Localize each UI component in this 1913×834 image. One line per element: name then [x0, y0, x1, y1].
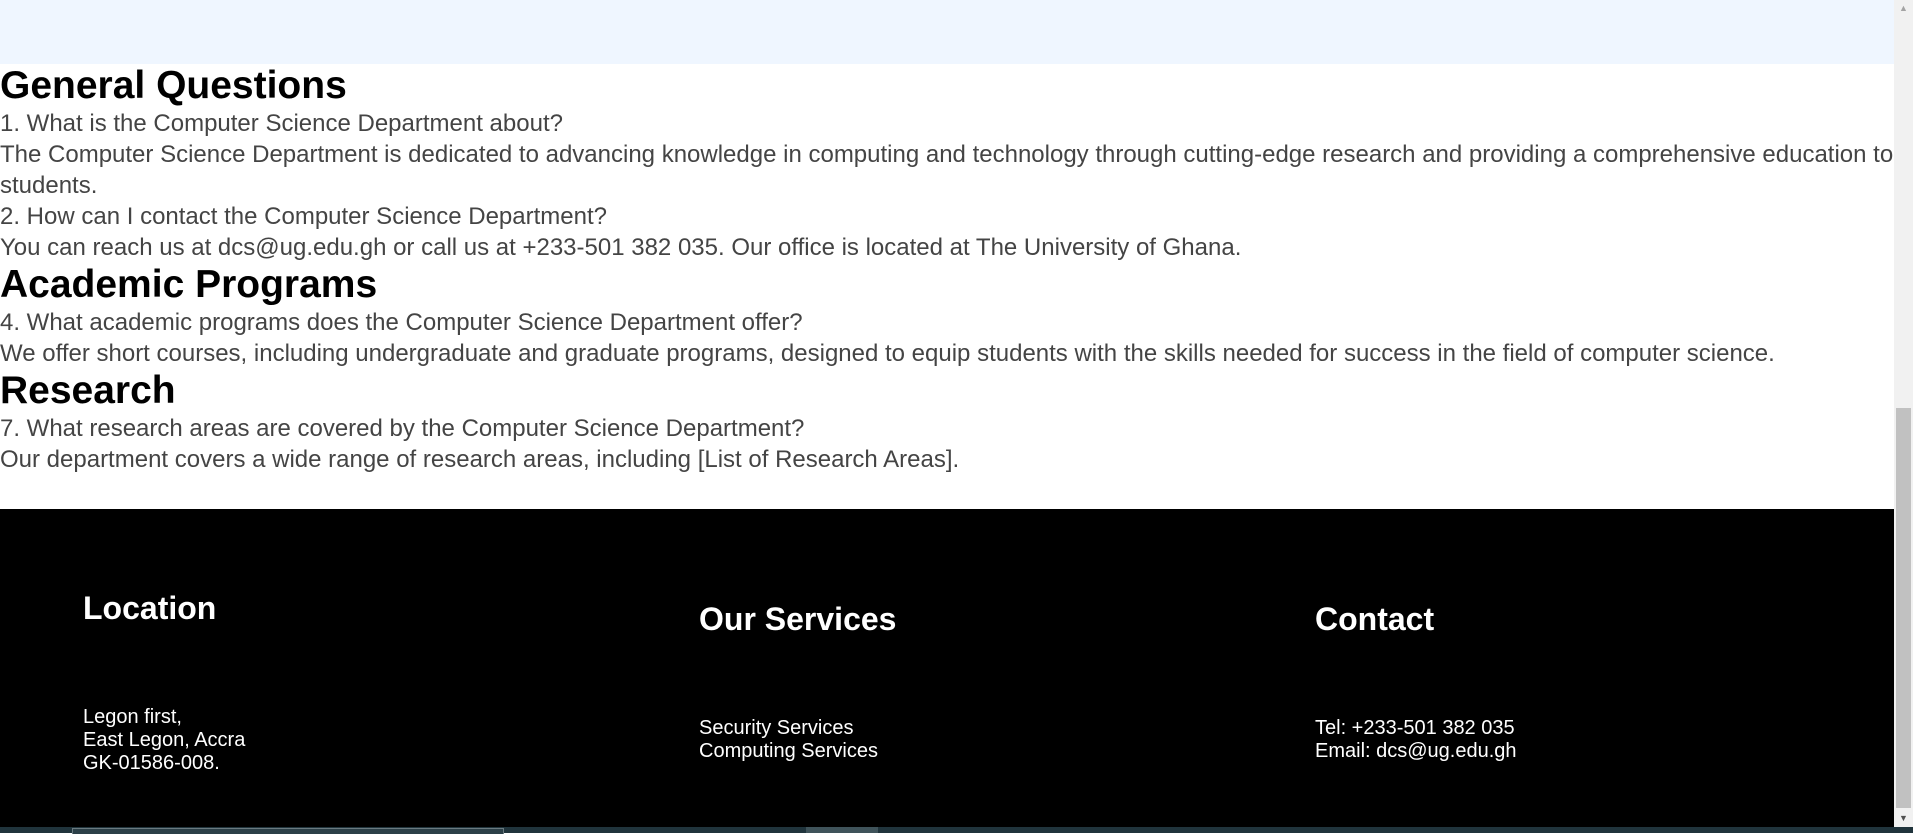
vertical-scrollbar[interactable]: ▲ ▼: [1894, 0, 1913, 827]
faq-answer: We offer short courses, including underg…: [0, 340, 1775, 367]
header-band: [0, 0, 1894, 64]
footer-contact-info: Tel: +233-501 382 035 Email: dcs@ug.edu.…: [1315, 717, 1517, 763]
faq-question: 2. How can I contact the Computer Scienc…: [0, 203, 607, 230]
footer-location-address: Legon first, East Legon, Accra GK-01586-…: [83, 706, 245, 775]
os-taskbar: [0, 827, 1913, 834]
faq-question: 7. What research areas are covered by th…: [0, 415, 805, 442]
scrollbar-thumb[interactable]: [1896, 408, 1911, 808]
address-line: Legon first,: [83, 706, 182, 728]
service-item[interactable]: Security Services: [699, 717, 878, 740]
address-line: GK-01586-008.: [83, 752, 220, 774]
footer-services-heading: Our Services: [699, 601, 897, 637]
footer-services-list: Security Services Computing Services: [699, 717, 878, 763]
faq-container: General Questions 1. What is the Compute…: [0, 64, 1894, 475]
page-viewport: General Questions 1. What is the Compute…: [0, 0, 1894, 827]
faq-section-research: Research 7. What research areas are cove…: [0, 369, 1894, 475]
footer-contact-heading: Contact: [1315, 601, 1435, 637]
section-heading: General Questions: [0, 64, 347, 107]
section-heading: Research: [0, 369, 176, 412]
taskbar-active-app[interactable]: [806, 827, 878, 833]
site-footer: Location Legon first, East Legon, Accra …: [0, 509, 1894, 827]
contact-email[interactable]: Email: dcs@ug.edu.gh: [1315, 740, 1517, 763]
service-item[interactable]: Computing Services: [699, 740, 878, 763]
faq-section-general: General Questions 1. What is the Compute…: [0, 64, 1894, 263]
taskbar-search-box[interactable]: [72, 828, 504, 834]
scroll-up-arrow-icon[interactable]: ▲: [1894, 0, 1913, 17]
footer-location-heading: Location: [83, 590, 217, 626]
faq-question: 1. What is the Computer Science Departme…: [0, 110, 563, 137]
faq-answer: Our department covers a wide range of re…: [0, 446, 960, 473]
faq-question: 4. What academic programs does the Compu…: [0, 309, 803, 336]
faq-answer: The Computer Science Department is dedic…: [0, 141, 1894, 199]
faq-section-academic-programs: Academic Programs 4. What academic progr…: [0, 263, 1894, 369]
address-line: East Legon, Accra: [83, 729, 246, 751]
scroll-down-arrow-icon[interactable]: ▼: [1894, 810, 1913, 827]
faq-answer: You can reach us at dcs@ug.edu.gh or cal…: [0, 234, 1242, 261]
contact-phone[interactable]: Tel: +233-501 382 035: [1315, 717, 1517, 740]
section-heading: Academic Programs: [0, 263, 378, 306]
